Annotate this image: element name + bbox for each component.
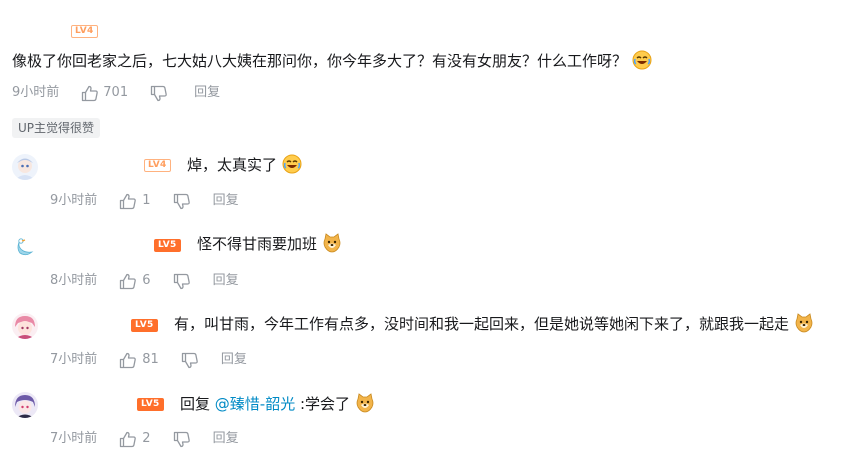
like-count: 81 — [142, 352, 159, 367]
thumbs-up-icon — [119, 352, 137, 369]
reply-meta: 8小时前 6 回复 — [50, 272, 239, 290]
doge-emoji-icon — [794, 313, 814, 339]
thumbs-up-icon — [119, 193, 137, 210]
avatar[interactable] — [12, 392, 38, 418]
laughing-emoji-icon — [632, 50, 652, 76]
dislike-button[interactable] — [181, 352, 199, 369]
thumbs-up-icon — [119, 273, 137, 290]
reply-meta: 9小时前 1 回复 — [50, 192, 239, 210]
like-button[interactable]: 81 — [119, 351, 159, 369]
doge-emoji-icon — [322, 233, 342, 259]
like-button[interactable]: 701 — [81, 84, 128, 102]
reply-time: 7小时前 — [50, 352, 98, 367]
thumbs-down-icon — [173, 273, 191, 290]
thumbs-up-icon — [81, 85, 99, 102]
like-count: 2 — [142, 431, 151, 446]
user-level-badge: LV5 — [154, 239, 181, 252]
reply-time: 8小时前 — [50, 273, 98, 288]
reply-button[interactable]: 回复 — [213, 430, 239, 448]
doge-emoji-icon — [355, 393, 375, 419]
thumbs-down-icon — [181, 352, 199, 369]
like-button[interactable]: 2 — [119, 430, 151, 448]
comment-content: 像极了你回老家之后，七大姑八大姨在那问你，你今年多大了？有没有女朋友？什么工作呀… — [12, 50, 652, 76]
reply-prefix: 回复 — [180, 395, 211, 413]
reply-time: 9小时前 — [50, 193, 98, 208]
reply-content: 回复 @臻惜-韶光 :学会了 — [180, 393, 375, 419]
avatar[interactable] — [12, 313, 38, 339]
reply-time: 7小时前 — [50, 431, 98, 446]
reply-meta: 7小时前 81 回复 — [50, 351, 247, 369]
reply-text: 有，叫甘雨，今年工作有点多，没时间和我一起回来，但是她说等她闲下来了，就跟我一起… — [174, 315, 790, 333]
dislike-button[interactable] — [150, 85, 168, 102]
up-liked-badge: UP主觉得很赞 — [12, 118, 101, 138]
reply-text: 焯，太真实了 — [187, 156, 278, 174]
mention-link[interactable]: @臻惜-韶光 — [215, 395, 295, 413]
like-button[interactable]: 1 — [119, 192, 151, 210]
thumbs-down-icon — [173, 193, 191, 210]
thumbs-up-icon — [119, 431, 137, 448]
user-level-badge: LV5 — [131, 319, 158, 332]
reply-meta: 7小时前 2 回复 — [50, 430, 239, 448]
reply-button[interactable]: 回复 — [213, 272, 239, 290]
like-count: 701 — [103, 85, 129, 100]
user-level-badge: LV5 — [137, 398, 164, 411]
avatar[interactable] — [12, 234, 38, 260]
comment-text: 像极了你回老家之后，七大姑八大姨在那问你，你今年多大了？有没有女朋友？什么工作呀… — [12, 52, 628, 70]
dislike-button[interactable] — [173, 273, 191, 290]
comment-time: 9小时前 — [12, 85, 60, 100]
reply-button[interactable]: 回复 — [194, 84, 220, 102]
reply-text: 怪不得甘雨要加班 — [197, 235, 318, 253]
reply-content: 怪不得甘雨要加班 — [197, 233, 342, 259]
reply-content: 焯，太真实了 — [187, 154, 302, 180]
avatar[interactable] — [12, 154, 38, 180]
reply-text: :学会了 — [300, 395, 351, 413]
dislike-button[interactable] — [173, 193, 191, 210]
reply-content: 有，叫甘雨，今年工作有点多，没时间和我一起回来，但是她说等她闲下来了，就跟我一起… — [174, 313, 814, 339]
like-count: 6 — [142, 273, 151, 288]
user-level-badge: LV4 — [144, 159, 171, 172]
reply-button[interactable]: 回复 — [213, 192, 239, 210]
comment-meta: 9小时前 701 回复 — [12, 84, 220, 102]
thumbs-down-icon — [173, 431, 191, 448]
user-level-badge: LV4 — [71, 25, 98, 38]
reply-button[interactable]: 回复 — [221, 351, 247, 369]
like-count: 1 — [142, 193, 151, 208]
laughing-emoji-icon — [282, 154, 302, 180]
like-button[interactable]: 6 — [119, 272, 151, 290]
thumbs-down-icon — [150, 85, 168, 102]
dislike-button[interactable] — [173, 431, 191, 448]
